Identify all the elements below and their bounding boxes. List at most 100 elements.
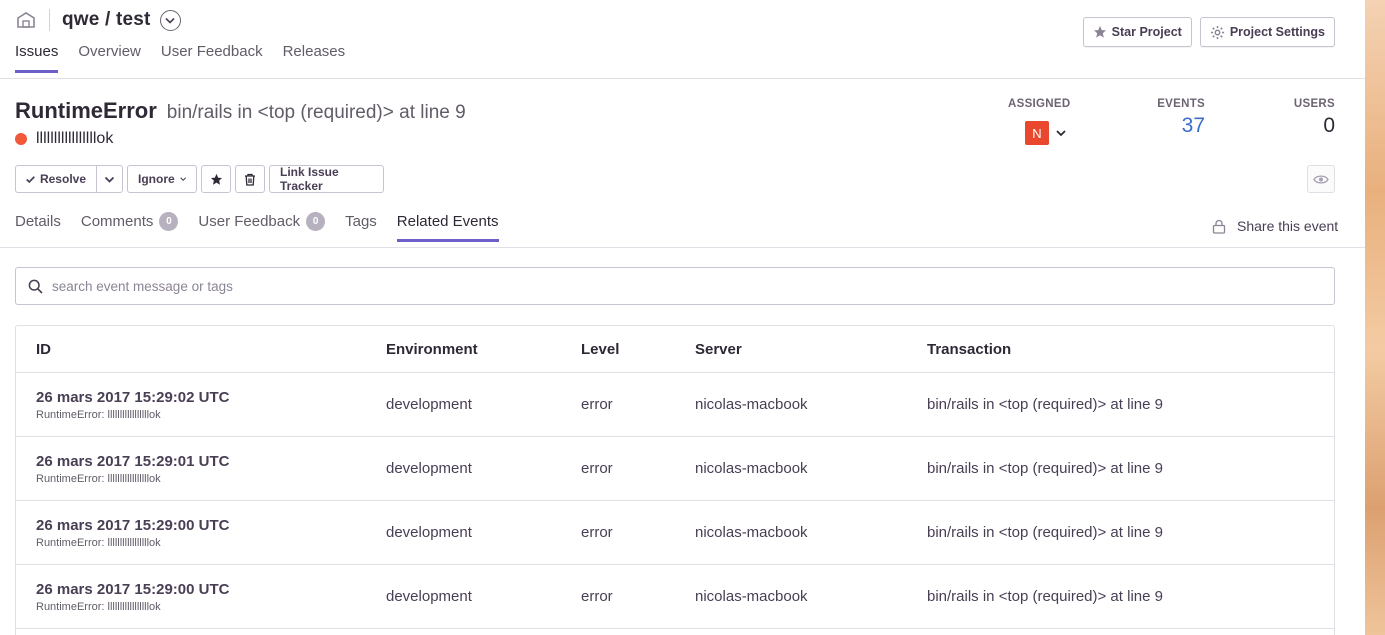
resolve-options-button[interactable] <box>97 165 123 193</box>
chevron-down-icon <box>1056 130 1066 137</box>
ignore-button[interactable]: Ignore <box>127 165 197 193</box>
event-timestamp-link[interactable]: 26 mars 2017 15:29:02 UTC <box>36 389 229 406</box>
table-header: ID Environment Level Server Transaction <box>16 326 1334 373</box>
share-event-link[interactable]: Share this event <box>1212 218 1338 234</box>
table-row[interactable]: 26 mars 2017 15:29:00 UTC RuntimeError: … <box>16 565 1334 629</box>
share-event-label: Share this event <box>1237 218 1339 234</box>
level-cell: error <box>581 396 613 413</box>
level-cell: error <box>581 588 613 605</box>
tab-tags-label: Tags <box>345 213 377 230</box>
event-timestamp-link[interactable]: 26 mars 2017 15:29:00 UTC <box>36 517 229 534</box>
project-settings-label: Project Settings <box>1229 25 1325 39</box>
users-count: 0 <box>1323 114 1335 137</box>
project-dropdown-button[interactable] <box>159 9 181 31</box>
events-stat: EVENTS 37 <box>1140 98 1205 138</box>
events-count[interactable]: 37 <box>1140 114 1205 138</box>
star-project-button[interactable]: Star Project <box>1082 17 1192 47</box>
column-header-environment: Environment <box>386 340 478 358</box>
event-timestamp-link[interactable]: 26 mars 2017 15:29:01 UTC <box>36 453 229 470</box>
issue-type: RuntimeError <box>15 98 157 123</box>
avatar: N <box>1025 121 1049 145</box>
environment-cell: development <box>386 460 472 477</box>
event-message: RuntimeError: lllllllllllllllllok <box>36 408 161 421</box>
event-id-cell: 26 mars 2017 15:29:02 UTC RuntimeError: … <box>36 389 229 421</box>
server-cell: nicolas-macbook <box>695 588 808 605</box>
server-cell: nicolas-macbook <box>695 396 808 413</box>
gear-icon <box>1210 25 1224 39</box>
event-message: RuntimeError: lllllllllllllllllok <box>36 472 161 485</box>
tab-user-feedback[interactable]: User Feedback 0 <box>198 212 326 242</box>
eye-icon <box>1313 174 1329 184</box>
star-icon <box>1093 26 1106 38</box>
trash-icon <box>245 173 255 186</box>
subscribe-button[interactable] <box>1307 165 1335 193</box>
server-cell: nicolas-macbook <box>695 524 808 541</box>
assignee-selector[interactable]: N <box>1025 121 1067 145</box>
ignore-label: Ignore <box>138 172 175 186</box>
nav-tab-overview[interactable]: Overview <box>78 43 141 73</box>
issue-title: RuntimeError bin/rails in <top (required… <box>15 98 466 124</box>
home-icon[interactable] <box>15 9 37 31</box>
level-cell: error <box>581 524 613 541</box>
event-timestamp-link[interactable]: 26 mars 2017 15:29:00 UTC <box>36 581 229 598</box>
assigned-label: ASSIGNED <box>1008 98 1071 110</box>
error-level-indicator <box>15 133 27 145</box>
event-search-box <box>15 267 1335 305</box>
divider <box>0 247 1365 248</box>
event-message: RuntimeError: lllllllllllllllllok <box>36 600 161 613</box>
transaction-cell: bin/rails in <top (required)> at line 9 <box>927 588 1163 605</box>
project-settings-button[interactable]: Project Settings <box>1199 17 1335 47</box>
search-input[interactable] <box>52 278 1252 294</box>
chevron-down-icon <box>165 17 175 24</box>
event-id-cell: 26 mars 2017 15:29:00 UTC RuntimeError: … <box>36 581 229 613</box>
issue-actions: Resolve Ignore Link Issue Tracker <box>15 165 384 193</box>
link-issue-tracker-label: Link Issue Tracker <box>280 165 339 193</box>
nav-tab-issues[interactable]: Issues <box>15 43 59 73</box>
event-id-cell: 26 mars 2017 15:29:01 UTC RuntimeError: … <box>36 453 229 485</box>
tab-related-events[interactable]: Related Events <box>396 212 499 242</box>
issue-message-text: lllllllllllllllllok <box>36 130 114 147</box>
nav-tab-releases[interactable]: Releases <box>283 43 346 73</box>
table-row[interactable]: 26 mars 2017 15:29:00 UTC RuntimeError: … <box>16 501 1334 565</box>
tab-tags[interactable]: Tags <box>345 212 377 242</box>
column-header-id: ID <box>36 340 51 358</box>
assigned-stat: ASSIGNED <box>1008 98 1071 110</box>
project-name[interactable]: qwe / test <box>62 9 151 31</box>
table-row[interactable]: 26 mars 2017 15:29:01 UTC RuntimeError: … <box>16 437 1334 501</box>
comments-count-badge: 0 <box>159 212 179 231</box>
transaction-cell: bin/rails in <top (required)> at line 9 <box>927 396 1163 413</box>
tab-related-events-label: Related Events <box>396 213 499 230</box>
transaction-cell: bin/rails in <top (required)> at line 9 <box>927 524 1163 541</box>
link-issue-tracker-button[interactable]: Link Issue Tracker <box>269 165 384 193</box>
table-row[interactable]: 26 mars 2017 15:29:02 UTC RuntimeError: … <box>16 373 1334 437</box>
server-cell: nicolas-macbook <box>695 460 808 477</box>
resolve-label: Resolve <box>39 172 86 186</box>
tab-comments[interactable]: Comments 0 <box>81 212 179 242</box>
issue-culprit: bin/rails in <top (required)> at line 9 <box>166 102 466 123</box>
star-project-label: Star Project <box>1111 25 1182 39</box>
divider <box>49 9 50 31</box>
nav-tab-user-feedback[interactable]: User Feedback <box>161 43 263 73</box>
lock-icon <box>1212 219 1226 234</box>
search-icon <box>28 279 43 294</box>
tab-details[interactable]: Details <box>15 212 61 242</box>
resolve-button[interactable]: Resolve <box>15 165 97 193</box>
bookmark-button[interactable] <box>201 165 231 193</box>
users-label: USERS <box>1293 98 1335 110</box>
header-actions: Star Project Project Settings <box>1082 17 1335 47</box>
project-selector: qwe / test <box>15 6 181 34</box>
tab-comments-label: Comments <box>80 213 154 230</box>
column-header-server: Server <box>695 340 742 358</box>
desktop-background-strip <box>1365 0 1385 635</box>
environment-cell: development <box>386 588 472 605</box>
column-header-level: Level <box>581 340 620 358</box>
tab-user-feedback-label: User Feedback <box>198 213 301 230</box>
users-stat: USERS 0 <box>1280 98 1335 138</box>
delete-button[interactable] <box>235 165 265 193</box>
checkmark-icon <box>26 175 35 183</box>
project-nav: Issues Overview User Feedback Releases <box>15 43 365 73</box>
environment-cell: development <box>386 396 472 413</box>
star-icon <box>210 173 222 185</box>
issue-page: qwe / test Issues Overview User Feedback… <box>0 0 1365 635</box>
chevron-down-icon <box>179 177 186 181</box>
